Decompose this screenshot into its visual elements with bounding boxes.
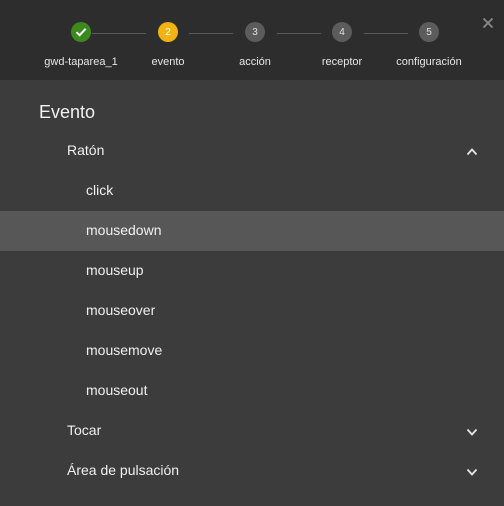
list-item-mousedown[interactable]: mousedown bbox=[0, 211, 504, 251]
step-5[interactable]: 5 configuración bbox=[379, 22, 479, 68]
group-label: Área de pulsación bbox=[67, 462, 180, 478]
item-label: mousedown bbox=[86, 222, 162, 238]
close-icon[interactable] bbox=[482, 16, 494, 29]
chevron-down-icon bbox=[466, 425, 478, 437]
step-label: receptor bbox=[321, 56, 363, 68]
item-label: mouseup bbox=[86, 262, 144, 278]
group-header-tocar[interactable]: Tocar bbox=[0, 411, 504, 451]
step-1[interactable]: gwd-taparea_1 bbox=[31, 22, 131, 68]
group-label: Tocar bbox=[67, 422, 102, 438]
checkmark-icon bbox=[71, 22, 91, 42]
item-label: mouseover bbox=[86, 302, 156, 318]
list-item-mouseout[interactable]: mouseout bbox=[0, 371, 504, 411]
chevron-up-icon bbox=[466, 145, 478, 157]
event-dialog: gwd-taparea_1 2 evento 3 acción 4 recept… bbox=[0, 0, 504, 506]
chevron-down-icon bbox=[466, 465, 478, 477]
step-label: acción bbox=[239, 56, 271, 68]
stepper: gwd-taparea_1 2 evento 3 acción 4 recept… bbox=[0, 0, 504, 80]
step-label: gwd-taparea_1 bbox=[44, 56, 118, 68]
step-3[interactable]: 3 acción bbox=[205, 22, 305, 68]
step-number: 5 bbox=[419, 22, 439, 42]
step-label: evento bbox=[151, 56, 185, 68]
list-item-click[interactable]: click bbox=[0, 171, 504, 211]
group-label: Ratón bbox=[67, 142, 105, 158]
group-header-raton[interactable]: Ratón bbox=[0, 131, 504, 171]
list-item-mousemove[interactable]: mousemove bbox=[0, 331, 504, 371]
item-label: click bbox=[86, 182, 114, 198]
list-item-mouseup[interactable]: mouseup bbox=[0, 251, 504, 291]
section-title: Evento bbox=[39, 102, 96, 122]
step-4[interactable]: 4 receptor bbox=[292, 22, 392, 68]
step-number: 4 bbox=[332, 22, 352, 42]
step-label: configuración bbox=[396, 56, 462, 68]
step-2[interactable]: 2 evento bbox=[118, 22, 218, 68]
item-label: mouseout bbox=[86, 382, 148, 398]
step-number: 2 bbox=[158, 22, 178, 42]
group-header-area-de-pulsacion[interactable]: Área de pulsación bbox=[0, 451, 504, 491]
step-number: 3 bbox=[245, 22, 265, 42]
list-item-mouseover[interactable]: mouseover bbox=[0, 291, 504, 331]
item-label: mousemove bbox=[86, 342, 163, 358]
